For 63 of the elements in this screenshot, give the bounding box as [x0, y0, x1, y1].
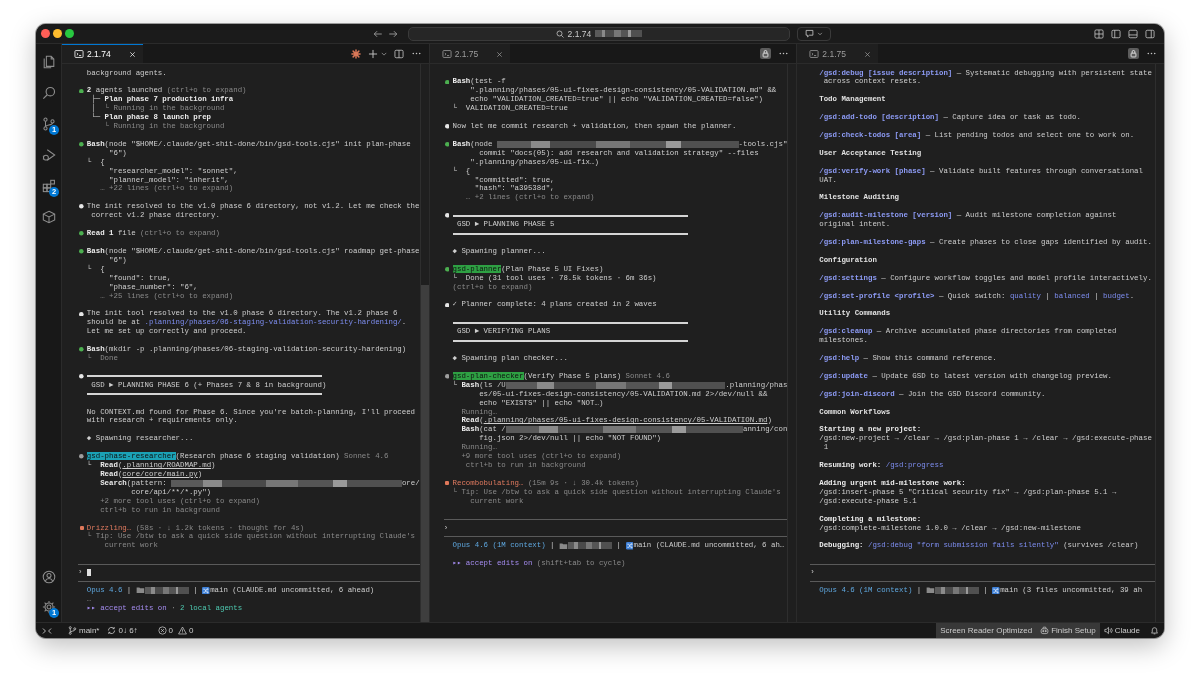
more-icon[interactable] [411, 52, 421, 55]
forward-arrow-icon[interactable] [388, 28, 398, 39]
robot-icon [1040, 626, 1050, 635]
close-icon[interactable] [496, 50, 504, 58]
terminal-tab[interactable]: 2.1.75 [797, 44, 878, 63]
files-icon[interactable] [41, 54, 56, 69]
block-cursor-icon [86, 569, 92, 577]
chevrons-icon[interactable] [42, 626, 52, 635]
layout-grid-icon[interactable] [1094, 28, 1104, 39]
pixelated-redaction [934, 586, 979, 594]
branch-button[interactable]: main* [64, 623, 104, 638]
status-bar-item[interactable]: Claude [1099, 623, 1144, 638]
play-bug-icon[interactable] [41, 147, 56, 162]
shuffle-icon [202, 586, 210, 595]
back-arrow-icon[interactable] [373, 28, 383, 39]
lock-icon[interactable] [760, 48, 772, 59]
terminal-icon [441, 49, 452, 59]
folder-icon [925, 587, 935, 594]
chevron-down-icon[interactable] [380, 51, 387, 56]
pixelated-redaction [144, 586, 189, 594]
error-icon [157, 626, 167, 635]
shuffle-icon [625, 542, 633, 550]
folder-icon [135, 587, 145, 594]
bottom-panel-icon[interactable] [1128, 28, 1138, 39]
chevron-down-icon [817, 31, 823, 36]
chat-button[interactable] [797, 26, 831, 41]
status-bar-item[interactable]: Screen Reader Optimized [936, 623, 1037, 638]
search-icon [555, 29, 564, 38]
chat-bubble-icon [805, 29, 814, 38]
speaker-icon [1103, 626, 1113, 635]
folder-icon [559, 542, 568, 550]
terminal-tab[interactable]: 2.1.74 [62, 44, 143, 63]
right-panel-icon[interactable] [1145, 28, 1155, 39]
settings-icon[interactable] [41, 600, 56, 614]
git-branch-icon[interactable] [41, 116, 56, 131]
more-icon[interactable] [1147, 52, 1156, 55]
search-icon[interactable] [41, 85, 56, 100]
scrollbar-thumb[interactable] [420, 285, 429, 622]
branch-icon [68, 626, 77, 635]
cube-icon[interactable] [41, 209, 56, 224]
left-panel-icon[interactable] [1111, 28, 1121, 39]
lock-icon[interactable] [1128, 48, 1139, 59]
sync-button[interactable]: 0↓ 6↑ [103, 623, 142, 638]
warning-icon [178, 626, 188, 635]
terminal-icon [74, 49, 84, 59]
command-center[interactable]: 2.1.74 [408, 26, 790, 41]
close-icon[interactable] [864, 50, 871, 58]
account-icon[interactable] [41, 570, 56, 584]
terminal-tab[interactable]: 2.1.75 [429, 44, 511, 63]
window-close-icon[interactable] [40, 29, 50, 38]
status-bar-item[interactable]: Finish Setup [1036, 623, 1100, 638]
split-view-icon[interactable] [393, 48, 404, 59]
more-icon[interactable] [779, 52, 789, 55]
window-zoom-icon[interactable] [64, 29, 74, 38]
sync-icon [107, 626, 117, 635]
shuffle-icon [992, 586, 1000, 595]
plus-icon[interactable] [367, 48, 378, 59]
bell-icon[interactable] [1150, 626, 1159, 635]
terminal-icon [809, 49, 820, 59]
problems-button[interactable]: 0 0 [153, 623, 201, 638]
starburst-icon[interactable] [350, 48, 361, 59]
window-minimize-icon[interactable] [52, 29, 62, 38]
pixelated-redaction [567, 542, 613, 550]
